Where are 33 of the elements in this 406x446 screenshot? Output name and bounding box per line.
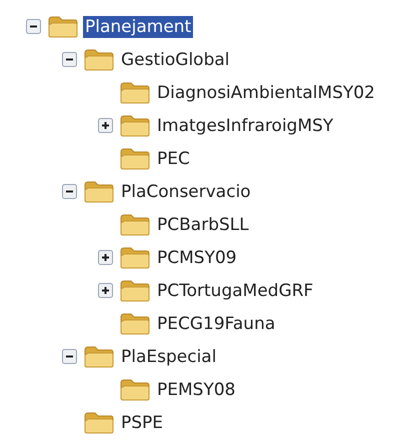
- tree-item[interactable]: PlaConservacio: [119, 180, 253, 202]
- folder-icon: [119, 80, 151, 104]
- folder-icon: [83, 180, 115, 204]
- tree-item[interactable]: DiagnosiAmbientalMSY02: [155, 82, 377, 104]
- collapse-icon[interactable]: [26, 19, 41, 34]
- collapse-icon[interactable]: [62, 52, 77, 67]
- tree-item[interactable]: PCTortugaMedGRF: [155, 280, 316, 302]
- folder-icon: [119, 212, 151, 236]
- tree-item[interactable]: Planejament: [83, 16, 194, 38]
- expand-icon[interactable]: [98, 283, 113, 298]
- folder-icon: [119, 114, 151, 138]
- folder-icon: [83, 410, 115, 434]
- tree-item[interactable]: GestioGlobal: [119, 48, 232, 70]
- tree-item[interactable]: PEC: [155, 148, 192, 170]
- collapse-icon[interactable]: [62, 349, 77, 364]
- tree-item[interactable]: PCMSY09: [155, 246, 239, 268]
- expand-icon[interactable]: [98, 118, 113, 133]
- tree-item[interactable]: ImatgesInfraroigMSY: [155, 114, 336, 136]
- folder-icon: [119, 246, 151, 270]
- folder-icon: [119, 146, 151, 170]
- folder-icon: [83, 344, 115, 368]
- expand-icon[interactable]: [98, 250, 113, 265]
- tree-item[interactable]: PECG19Fauna: [155, 312, 278, 334]
- folder-icon: [119, 312, 151, 336]
- folder-icon: [47, 14, 79, 38]
- tree-item[interactable]: PlaEspecial: [119, 346, 218, 368]
- folder-icon: [119, 378, 151, 402]
- tree-item[interactable]: PCBarbSLL: [155, 214, 251, 236]
- folder-icon: [83, 48, 115, 72]
- tree-item[interactable]: PSPE: [119, 412, 166, 434]
- collapse-icon[interactable]: [62, 184, 77, 199]
- tree-item[interactable]: PEMSY08: [155, 378, 238, 400]
- folder-icon: [119, 278, 151, 302]
